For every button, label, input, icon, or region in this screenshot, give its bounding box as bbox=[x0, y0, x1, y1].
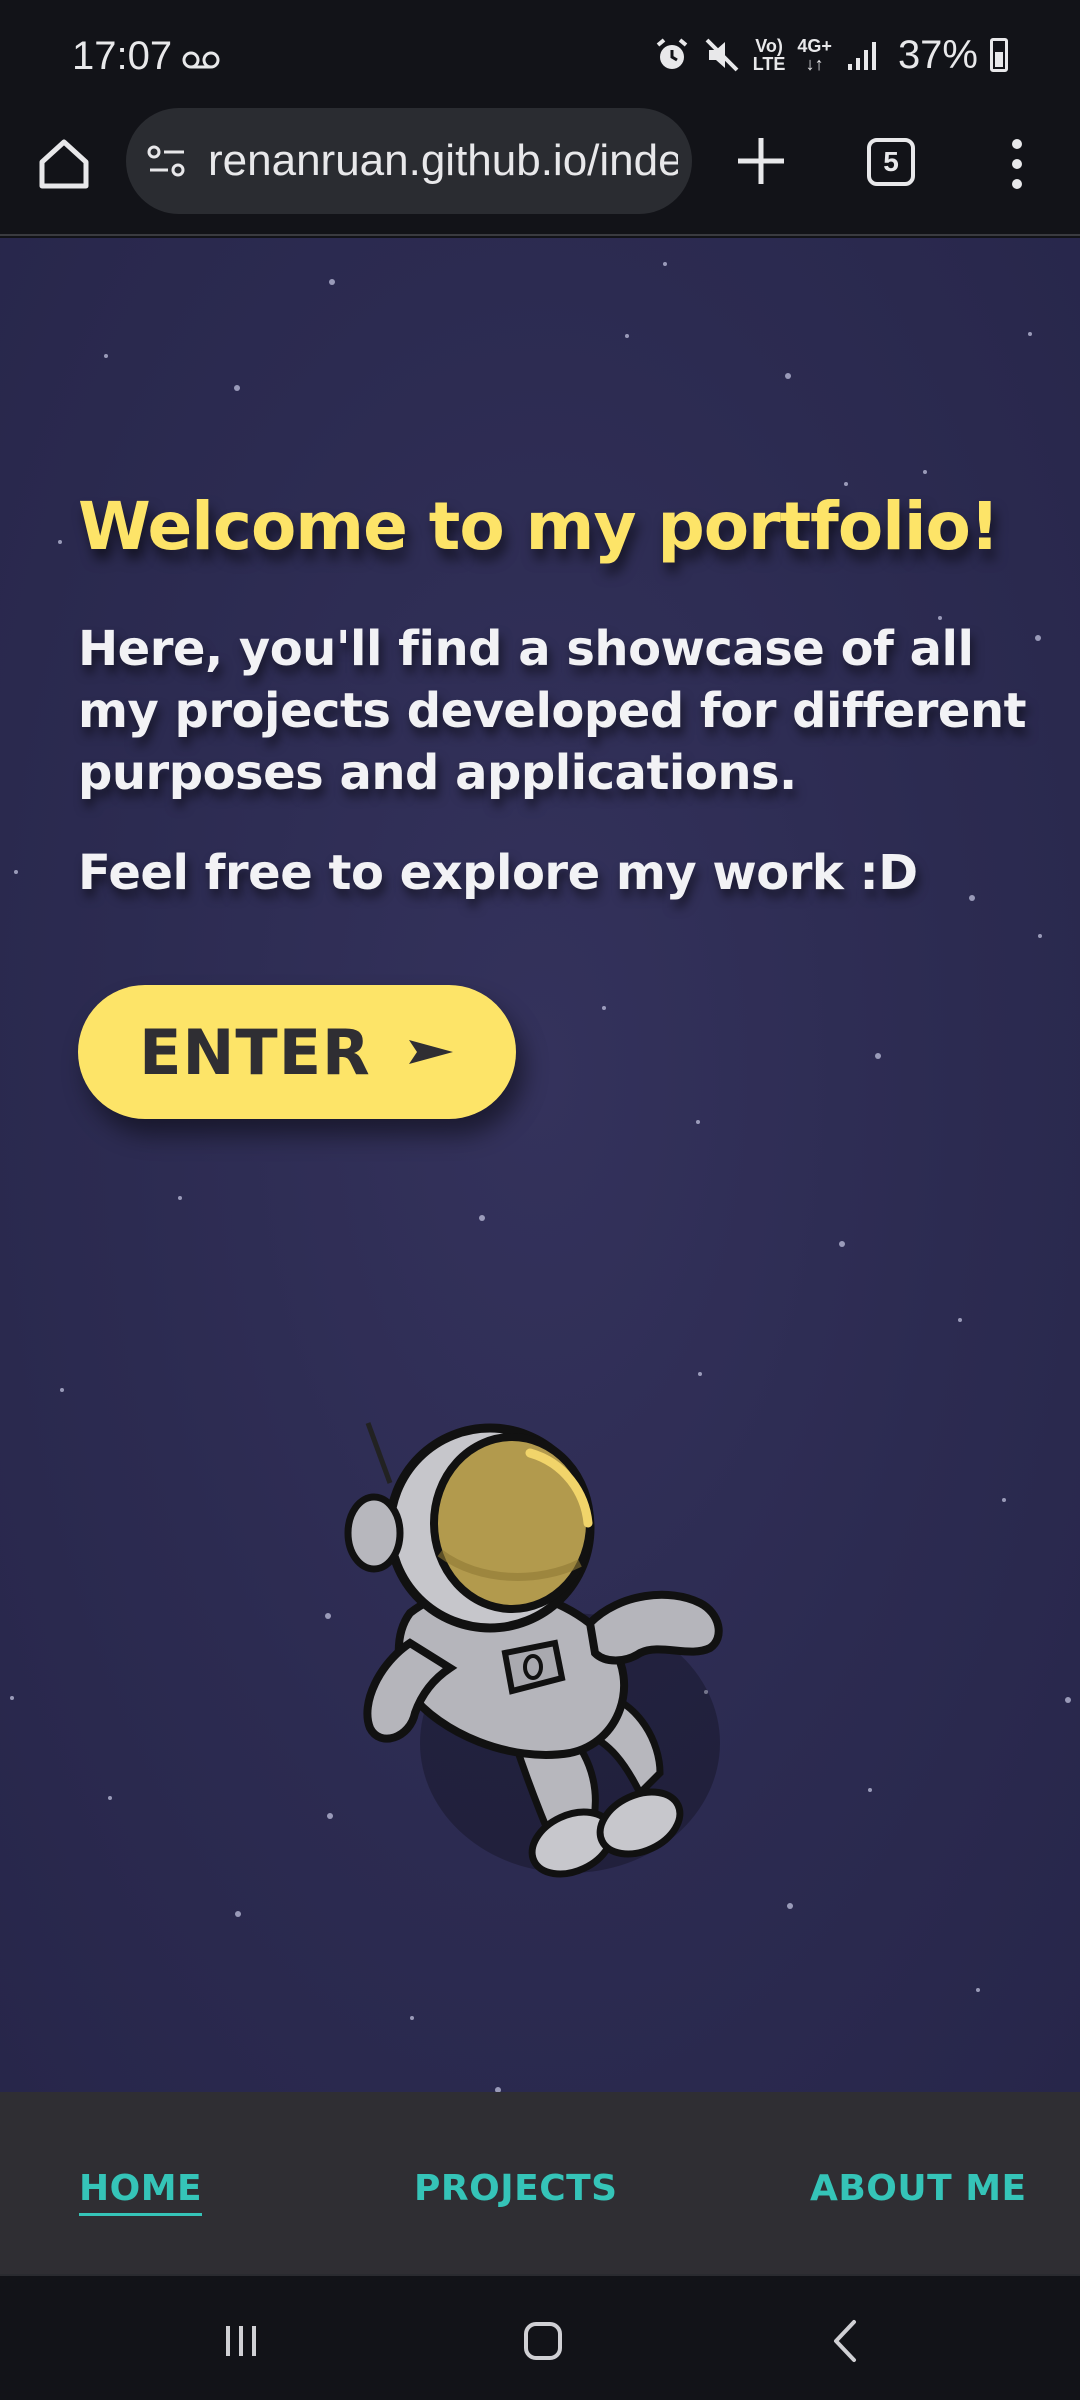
signal-icon bbox=[847, 42, 876, 70]
arrow-right-icon bbox=[408, 1040, 453, 1064]
nav-home-link[interactable]: HOME bbox=[79, 2168, 203, 2216]
home-nav-icon[interactable] bbox=[518, 2316, 568, 2366]
system-navigation-bar bbox=[0, 2274, 1080, 2400]
address-bar[interactable]: renanruan.github.io/index bbox=[126, 108, 692, 214]
url-text[interactable]: renanruan.github.io/index bbox=[208, 136, 678, 186]
battery-percent: 37% bbox=[897, 32, 978, 77]
nav-projects-link[interactable]: PROJECTS bbox=[414, 2168, 618, 2209]
tab-switcher-button[interactable]: 5 bbox=[867, 138, 915, 186]
browser-toolbar: renanruan.github.io/index 5 bbox=[0, 108, 1080, 236]
alarm-icon bbox=[656, 38, 688, 69]
home-icon[interactable] bbox=[32, 132, 96, 196]
astronaut-illustration bbox=[344, 1422, 723, 1878]
hero-subtitle: Feel free to explore my work :D bbox=[78, 845, 918, 901]
volte-label: Vo) bbox=[755, 36, 783, 56]
recent-apps-icon[interactable] bbox=[216, 2316, 266, 2366]
enter-button[interactable]: ENTER bbox=[78, 985, 516, 1119]
status-time: 17:07 bbox=[72, 34, 173, 78]
site-info-icon[interactable] bbox=[146, 142, 188, 182]
status-icons: Vo) LTE 4G+ ↓↑ 37% bbox=[653, 30, 1008, 80]
nav-about-link[interactable]: ABOUT ME bbox=[810, 2168, 1027, 2209]
plus-icon[interactable] bbox=[730, 130, 792, 192]
enter-button-label: ENTER bbox=[139, 1015, 371, 1089]
more-options-icon[interactable] bbox=[1000, 132, 1034, 196]
data-arrows-icon: ↓↑ bbox=[805, 54, 824, 74]
status-bar: 17:07 Vo) LTE 4G+ ↓↑ 37% bbox=[0, 0, 1080, 108]
battery-icon bbox=[990, 38, 1008, 72]
data-type-label: 4G+ bbox=[797, 36, 832, 56]
voicemail-icon bbox=[182, 51, 220, 69]
portfolio-page: Welcome to my portfolio! Here, you'll fi… bbox=[0, 238, 1080, 2092]
back-icon[interactable] bbox=[822, 2316, 872, 2366]
site-navigation: HOME PROJECTS ABOUT ME bbox=[0, 2092, 1080, 2274]
hero-title: Welcome to my portfolio! bbox=[78, 488, 1000, 565]
data-indicator: 4G+ ↓↑ bbox=[797, 37, 832, 73]
volte-indicator: Vo) LTE bbox=[753, 37, 786, 73]
lte-label: LTE bbox=[752, 54, 786, 74]
mute-icon bbox=[705, 38, 739, 72]
hero-description: Here, you'll find a showcase of all my p… bbox=[78, 621, 1027, 801]
